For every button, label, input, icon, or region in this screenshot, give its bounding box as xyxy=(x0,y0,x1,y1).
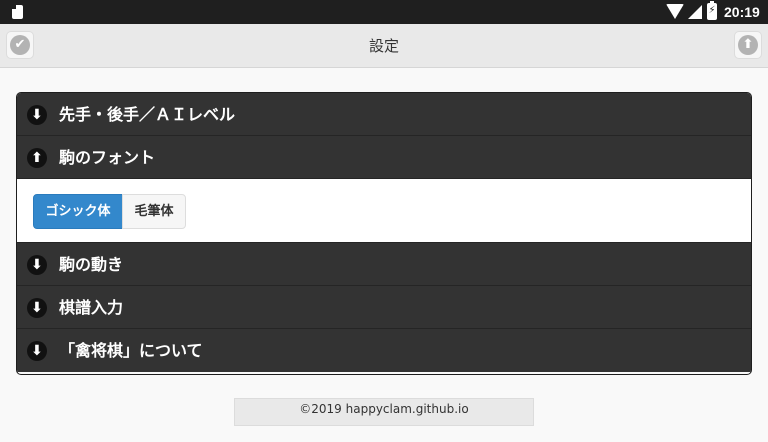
footer: ©2019 happyclam.github.io xyxy=(234,398,534,426)
arrow-up-icon: ⬆ xyxy=(738,35,758,55)
arrow-up-icon: ⬆ xyxy=(27,148,47,168)
back-to-top-button[interactable]: ⬆ xyxy=(734,31,762,59)
clock: 20:19 xyxy=(724,4,760,20)
settings-collapsible-set: ⬇ 先手・後手／ＡＩレベル ⬆ 駒のフォント ゴシック体 毛筆体 ⬇ 駒の動き … xyxy=(16,92,752,375)
section-label: 駒のフォント xyxy=(59,148,156,167)
page-title: 設定 xyxy=(368,37,399,55)
section-kifu-input[interactable]: ⬇ 棋譜入力 xyxy=(17,286,751,329)
wifi-icon xyxy=(666,4,684,19)
section-label: 駒の動き xyxy=(59,255,124,274)
arrow-down-icon: ⬇ xyxy=(27,298,47,318)
sd-card-icon xyxy=(12,5,23,19)
font-gothic-button[interactable]: ゴシック体 xyxy=(33,194,123,229)
arrow-down-icon: ⬇ xyxy=(27,105,47,125)
arrow-down-icon: ⬇ xyxy=(27,255,47,275)
arrow-down-icon: ⬇ xyxy=(27,341,47,361)
font-brush-button[interactable]: 毛筆体 xyxy=(122,194,186,229)
header-bar: 設定 ✔ ⬆ xyxy=(0,24,768,68)
section-label: 棋譜入力 xyxy=(59,298,124,317)
copyright-text: ©2019 happyclam.github.io xyxy=(299,402,469,416)
signal-icon xyxy=(688,5,702,19)
check-icon: ✔ xyxy=(10,35,30,55)
section-label: 「禽将棋」について xyxy=(59,341,203,360)
status-bar: 20:19 xyxy=(0,0,768,24)
piece-font-options: ゴシック体 毛筆体 xyxy=(17,179,751,243)
battery-charging-icon xyxy=(707,1,717,20)
confirm-button[interactable]: ✔ xyxy=(6,31,34,59)
section-player-ai-level[interactable]: ⬇ 先手・後手／ＡＩレベル xyxy=(17,93,751,136)
section-piece-moves[interactable]: ⬇ 駒の動き xyxy=(17,243,751,286)
section-about[interactable]: ⬇ 「禽将棋」について xyxy=(17,329,751,372)
section-piece-font[interactable]: ⬆ 駒のフォント xyxy=(17,136,751,179)
section-label: 先手・後手／ＡＩレベル xyxy=(59,105,236,124)
